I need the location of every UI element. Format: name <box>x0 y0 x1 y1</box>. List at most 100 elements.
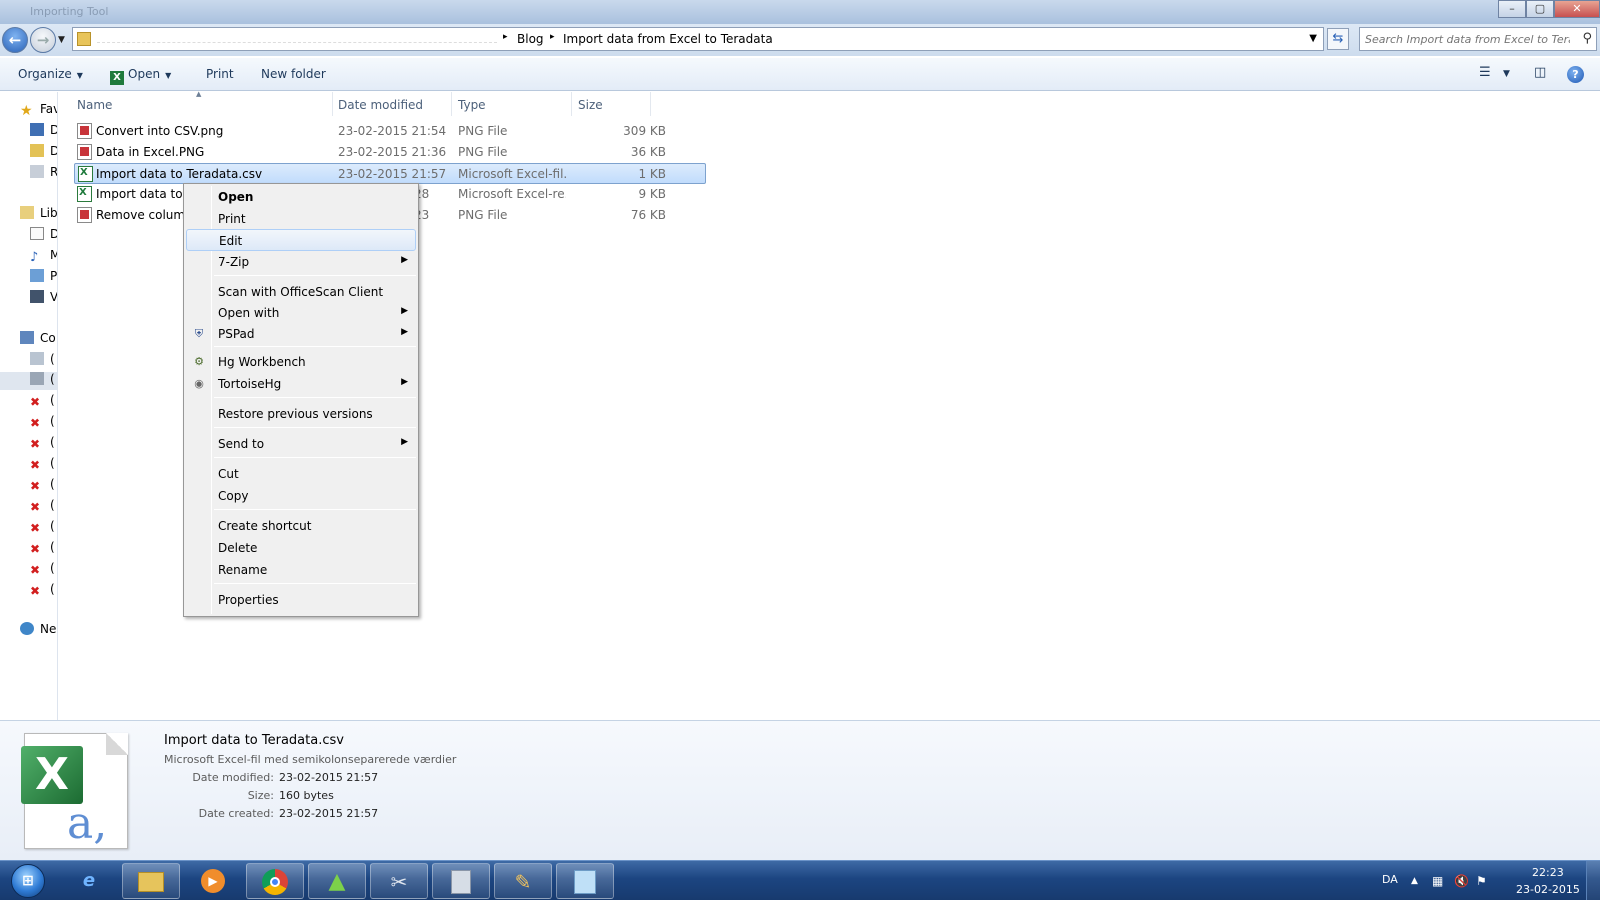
details-date-created-value[interactable]: 23-02-2015 21:57 <box>279 807 378 820</box>
close-button[interactable]: ✕ <box>1554 0 1600 18</box>
column-header-name[interactable]: Name <box>77 98 112 112</box>
language-indicator[interactable]: DA <box>1382 873 1398 886</box>
column-header-type[interactable]: Type <box>458 98 486 112</box>
nav-documents[interactable]: D <box>30 227 57 245</box>
recent-pages-dropdown[interactable]: ▼ <box>58 35 65 45</box>
table-row[interactable]: Convert into CSV.png 23-02-2015 21:54 PN… <box>74 121 706 142</box>
menu-item-tortoisehg[interactable]: ◉ TortoiseHg ▶ <box>186 373 416 395</box>
nav-desktop[interactable]: D <box>30 123 57 141</box>
breadcrumb-blog[interactable]: Blog <box>517 32 544 46</box>
nav-network-drive[interactable]: ✖( <box>30 519 55 537</box>
nav-favorites[interactable]: ★ Fav <box>20 102 57 120</box>
column-divider[interactable] <box>650 92 651 116</box>
nav-pictures[interactable]: P <box>30 269 57 287</box>
column-header-size[interactable]: Size <box>578 98 603 112</box>
address-bar[interactable]: ▸ Blog ▸ Import data from Excel to Terad… <box>72 27 1324 51</box>
menu-item-create-shortcut[interactable]: Create shortcut <box>186 515 416 537</box>
nav-libraries[interactable]: Lib <box>20 206 57 224</box>
nav-network-drive[interactable]: ✖( <box>30 582 55 600</box>
nav-label: ( <box>50 435 55 449</box>
nav-network-drive[interactable]: ✖( <box>30 477 55 495</box>
menu-item-print[interactable]: Print <box>186 208 416 230</box>
nav-network[interactable]: Ne <box>20 622 56 640</box>
show-desktop-button[interactable] <box>1586 861 1600 900</box>
network-drive-disconnected-icon: ✖ <box>30 542 41 556</box>
nav-network-drive[interactable]: ✖( <box>30 498 55 516</box>
refresh-button[interactable]: ⇆ <box>1327 28 1349 50</box>
menu-item-7zip[interactable]: 7-Zip ▶ <box>186 251 416 273</box>
forward-button[interactable]: → <box>30 27 56 53</box>
menu-item-cut[interactable]: Cut <box>186 463 416 485</box>
menu-item-delete[interactable]: Delete <box>186 537 416 559</box>
menu-item-edit[interactable]: Edit <box>186 229 416 251</box>
menu-item-rename[interactable]: Rename <box>186 559 416 581</box>
start-button[interactable]: ⊞ <box>3 861 53 900</box>
nav-label: D <box>50 227 57 241</box>
chrome-icon[interactable] <box>246 863 304 899</box>
nav-network-drive[interactable]: ✖( <box>30 540 55 558</box>
search-icon[interactable]: ⚲ <box>1582 31 1592 46</box>
volume-muted-icon[interactable]: 🔇 <box>1454 874 1469 888</box>
internet-explorer-icon[interactable]: e <box>60 863 118 899</box>
nav-music[interactable]: ♪M <box>30 248 57 266</box>
help-icon[interactable]: ? <box>1567 66 1584 83</box>
organize-menu[interactable]: Organize ▼ <box>18 67 83 81</box>
new-folder-button[interactable]: New folder <box>261 67 326 81</box>
chevron-down-icon[interactable]: ▼ <box>165 71 171 80</box>
column-divider[interactable] <box>571 92 572 116</box>
menu-item-open-with[interactable]: Open with ▶ <box>186 302 416 324</box>
column-header-date-modified[interactable]: Date modified <box>338 98 423 112</box>
nav-network-drive[interactable]: ✖( <box>30 414 55 432</box>
nav-drive-selected[interactable]: ( <box>0 372 57 390</box>
nav-videos[interactable]: V <box>30 290 57 308</box>
paint-icon[interactable]: ✎ <box>494 863 552 899</box>
menu-item-hg-workbench[interactable]: ⚙ Hg Workbench <box>186 351 416 373</box>
menu-separator <box>214 509 416 510</box>
nav-network-drive[interactable]: ✖( <box>30 435 55 453</box>
open-button[interactable]: X Open ▼ <box>110 67 171 85</box>
address-dropdown-icon[interactable]: ▼ <box>1309 33 1317 44</box>
network-tool-icon[interactable]: ▲ <box>308 863 366 899</box>
print-button[interactable]: Print <box>206 67 234 81</box>
menu-item-send-to[interactable]: Send to ▶ <box>186 433 416 455</box>
notepad-icon[interactable] <box>556 863 614 899</box>
show-hidden-icons-icon[interactable]: ▲ <box>1411 876 1418 886</box>
nav-network-drive[interactable]: ✖( <box>30 393 55 411</box>
action-center-icon[interactable]: ⚑ <box>1476 874 1487 888</box>
menu-item-open[interactable]: Open <box>186 186 416 208</box>
change-view-icon[interactable]: ☰ <box>1479 65 1491 80</box>
menu-item-restore-previous-versions[interactable]: Restore previous versions <box>186 403 416 425</box>
nav-network-drive[interactable]: ✖( <box>30 456 55 474</box>
maximize-button[interactable]: ▢ <box>1526 0 1554 18</box>
nav-recent-places[interactable]: R <box>30 165 57 183</box>
menu-item-copy[interactable]: Copy <box>186 485 416 507</box>
details-date-modified-value[interactable]: 23-02-2015 21:57 <box>279 771 378 784</box>
preview-pane-icon[interactable]: ◫ <box>1534 65 1546 80</box>
nav-drive[interactable]: ( <box>30 352 55 370</box>
clock-date[interactable]: 23-02-2015 <box>1516 883 1580 896</box>
table-row[interactable]: Data in Excel.PNG 23-02-2015 21:36 PNG F… <box>74 142 706 163</box>
column-divider[interactable] <box>451 92 452 116</box>
network-signal-icon[interactable]: ▦ <box>1432 874 1443 888</box>
menu-label: TortoiseHg <box>218 377 282 391</box>
column-divider[interactable] <box>332 92 333 116</box>
clock-time[interactable]: 22:23 <box>1532 866 1564 879</box>
view-options-dropdown-icon[interactable]: ▼ <box>1503 69 1510 79</box>
table-row-selected[interactable]: Import data to Teradata.csv 23-02-2015 2… <box>74 163 706 184</box>
nav-computer[interactable]: Co <box>20 331 56 349</box>
menu-item-scan-officescan[interactable]: Scan with OfficeScan Client <box>186 281 416 303</box>
calculator-icon[interactable] <box>432 863 490 899</box>
minimize-button[interactable]: – <box>1498 0 1526 18</box>
back-button[interactable]: ← <box>2 27 28 53</box>
breadcrumb-current-folder[interactable]: Import data from Excel to Teradata <box>563 32 773 46</box>
breadcrumb-separator-icon[interactable]: ▸ <box>550 32 555 42</box>
media-player-icon[interactable]: ▶ <box>184 863 242 899</box>
nav-network-drive[interactable]: ✖( <box>30 561 55 579</box>
menu-item-properties[interactable]: Properties <box>186 589 416 611</box>
search-input[interactable] <box>1360 28 1570 50</box>
snipping-tool-icon[interactable]: ✂ <box>370 863 428 899</box>
nav-downloads[interactable]: D <box>30 144 57 162</box>
windows-explorer-icon[interactable] <box>122 863 180 899</box>
search-box[interactable]: ⚲ <box>1359 27 1597 51</box>
menu-item-pspad[interactable]: ⛨ PSPad ▶ <box>186 323 416 345</box>
